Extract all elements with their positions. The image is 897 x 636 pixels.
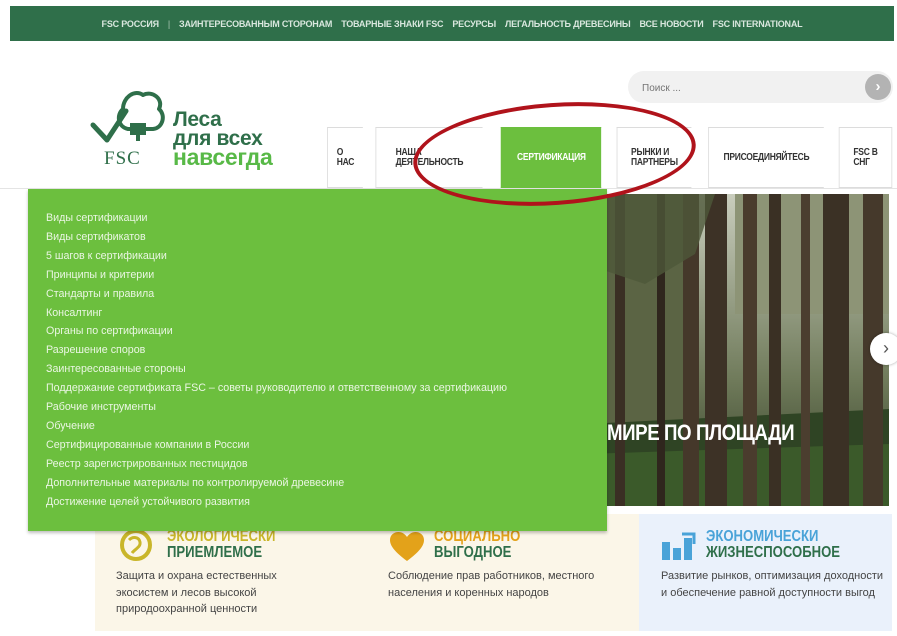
dropdown-item[interactable]: Поддержание сертификата FSC – советы рук…	[46, 379, 607, 398]
heart-icon	[390, 532, 424, 561]
nav-label: О	[336, 146, 344, 158]
search-box: ›	[628, 71, 893, 103]
search-submit-button[interactable]: ›	[865, 74, 891, 100]
site-logo[interactable]: FSC Леса для всех навсегда	[90, 85, 290, 170]
dropdown-item[interactable]: Обучение	[46, 417, 607, 436]
nav-label: СНГ	[853, 156, 870, 168]
dropdown-item[interactable]: Сертифицированные компании в России	[46, 436, 607, 455]
topbar-separator: |	[167, 18, 170, 29]
card-title-1: ЭКОНОМИЧЕСКИ	[706, 528, 819, 545]
card-social[interactable]: СОЦИАЛЬНО ВЫГОДНОЕ Соблюдение прав работ…	[367, 514, 639, 631]
card-title-1: СОЦИАЛЬНО	[434, 528, 521, 545]
globe-leaf-icon	[120, 529, 152, 561]
card-description: Защита и охрана естественных экосистем и…	[116, 570, 277, 615]
certification-dropdown: Виды сертификации Виды сертификатов 5 ша…	[28, 189, 607, 531]
card-description: Развитие рынков, оптимизация доходности …	[661, 570, 884, 599]
logo-line-3: навсегда	[173, 144, 273, 170]
topbar-brand-link[interactable]: FSC РОССИЯ	[102, 19, 160, 29]
hero-title: МИРЕ ПО ПЛОЩАДИ	[607, 420, 795, 445]
topbar-link-fsc-international[interactable]: FSC INTERNATIONAL	[713, 19, 803, 29]
topbar-link-all-news[interactable]: ВСЕ НОВОСТИ	[640, 19, 704, 29]
chevron-right-icon: ›	[875, 78, 881, 95]
search-input[interactable]	[640, 78, 844, 98]
hero-slider[interactable]: МИРЕ ПО ПЛОЩАДИ	[585, 194, 889, 506]
dropdown-item[interactable]: Стандарты и правила	[46, 285, 607, 304]
dropdown-item[interactable]: Разрешение споров	[46, 341, 607, 360]
dropdown-item[interactable]: Органы по сертификации	[46, 322, 607, 341]
dropdown-item[interactable]: Достижение целей устойчивого развития	[46, 493, 607, 512]
card-title-1: ЭКОЛОГИЧЕСКИ	[167, 528, 276, 545]
topbar-link-timber-legality[interactable]: ЛЕГАЛЬНОСТЬ ДРЕВЕСИНЫ	[505, 19, 631, 29]
nav-label: FSC В	[853, 146, 878, 158]
dropdown-item[interactable]: Принципы и критерии	[46, 266, 607, 285]
card-title-2: ЖИЗНЕСПОСОБНОЕ	[706, 544, 841, 561]
topbar-link-resources[interactable]: РЕСУРСЫ	[452, 19, 496, 29]
nav-item-fsc-cis[interactable]: FSC В СНГ	[838, 127, 893, 188]
card-title-2: ВЫГОДНОЕ	[434, 544, 512, 561]
top-bar: FSC РОССИЯ | ЗАИНТЕРЕСОВАННЫМ СТОРОНАМ Т…	[10, 6, 894, 41]
feature-cards: ЭКОЛОГИЧЕСКИ ПРИЕМЛЕМОЕ Защита и охрана …	[0, 514, 897, 631]
forest-image	[585, 194, 889, 506]
dropdown-item[interactable]: Заинтересованные стороны	[46, 360, 607, 379]
nav-label: ПРИСОЕДИНЯЙТЕСЬ	[723, 151, 810, 163]
dropdown-item[interactable]: Виды сертификации	[46, 209, 607, 228]
bar-chart-icon	[662, 532, 696, 560]
dropdown-list: Виды сертификации Виды сертификатов 5 ша…	[28, 189, 607, 512]
dropdown-item[interactable]: Виды сертификатов	[46, 228, 607, 247]
dropdown-item[interactable]: Рабочие инструменты	[46, 398, 607, 417]
chevron-right-icon: ›	[883, 338, 889, 358]
card-description: Соблюдение прав работников, местного нас…	[388, 570, 595, 599]
card-economic[interactable]: ЭКОНОМИЧЕСКИ ЖИЗНЕСПОСОБНОЕ Развитие рын…	[639, 514, 892, 631]
nav-label: НАС	[336, 156, 355, 168]
topbar-link-trademarks[interactable]: ТОВАРНЫЕ ЗНАКИ FSC	[341, 19, 443, 29]
logo-fsc-text: FSC	[104, 148, 141, 169]
card-title-2: ПРИЕМЛЕМОЕ	[167, 544, 263, 561]
slider-next-button[interactable]: ›	[870, 333, 897, 365]
topbar-link-stakeholders[interactable]: ЗАИНТЕРЕСОВАННЫМ СТОРОНАМ	[179, 19, 332, 29]
dropdown-item[interactable]: 5 шагов к сертификации	[46, 247, 607, 266]
dropdown-item[interactable]: Дополнительные материалы по контролируем…	[46, 474, 607, 493]
tree-checkmark-icon	[90, 90, 165, 143]
dropdown-item[interactable]: Реестр зарегистрированных пестицидов	[46, 455, 607, 474]
nav-item-about[interactable]: О НАС	[327, 127, 363, 188]
card-environmental[interactable]: ЭКОЛОГИЧЕСКИ ПРИЕМЛЕМОЕ Защита и охрана …	[95, 514, 367, 631]
dropdown-item[interactable]: Консалтинг	[46, 304, 607, 323]
nav-item-join[interactable]: ПРИСОЕДИНЯЙТЕСЬ	[708, 127, 824, 188]
